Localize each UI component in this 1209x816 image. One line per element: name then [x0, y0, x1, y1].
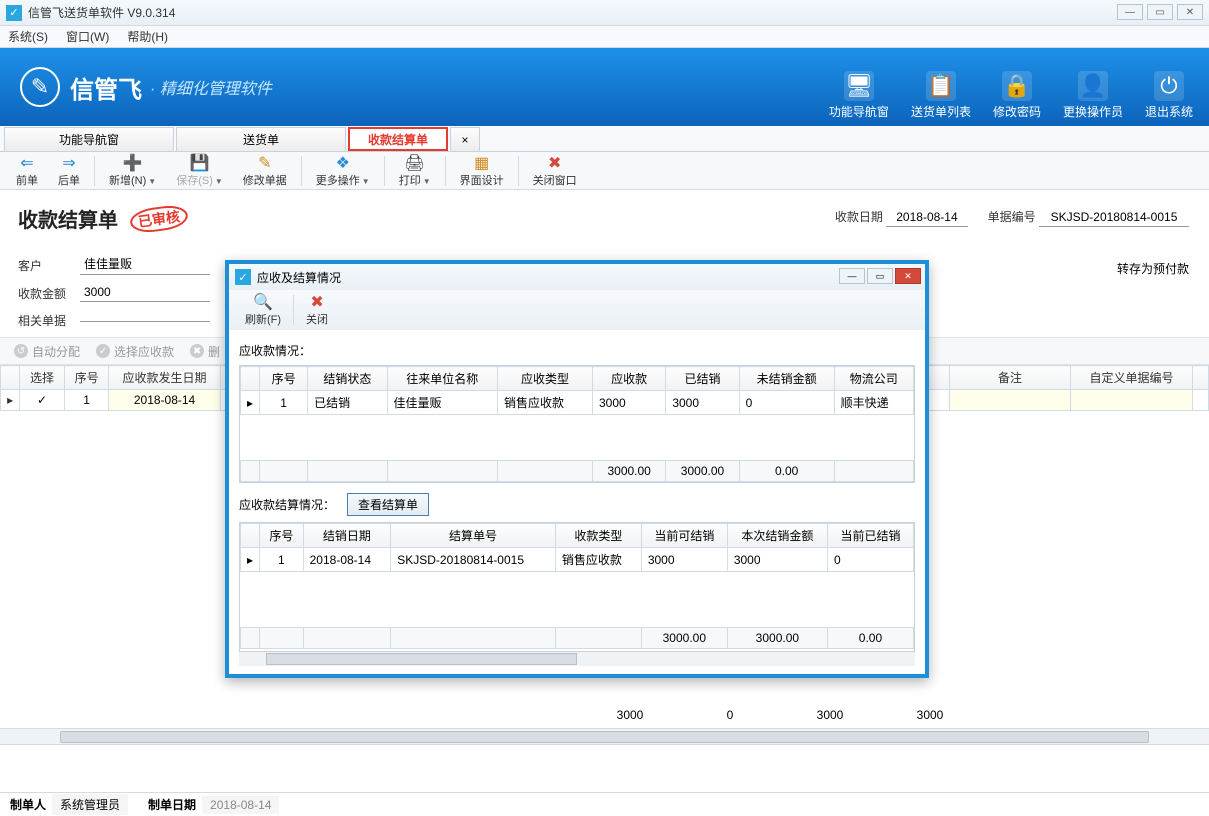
- more-button[interactable]: ❖更多操作▼: [306, 154, 380, 188]
- banner-change-password[interactable]: 🔒修改密码: [993, 71, 1041, 120]
- col-select[interactable]: 选择: [20, 366, 65, 390]
- next-doc-button[interactable]: ⇒后单: [48, 154, 90, 188]
- dialog-h-scrollbar[interactable]: [239, 652, 915, 666]
- amount-input[interactable]: 3000: [80, 285, 210, 302]
- dialog-minimize[interactable]: —: [839, 268, 865, 284]
- make-date-value: 2018-08-14: [202, 796, 279, 814]
- receivable-settlement-dialog: ✓ 应收及结算情况 — ▭ ✕ 🔍刷新(F) ✖关闭 应收款情况： 序号 结销状…: [225, 260, 929, 678]
- receipt-date-value[interactable]: 2018-08-14: [886, 210, 967, 227]
- customer-label: 客户: [18, 257, 70, 274]
- app-title: 信管飞送货单软件 V9.0.314: [28, 4, 175, 21]
- col-remark[interactable]: 备注: [949, 366, 1071, 390]
- list-icon: 📋: [926, 71, 956, 101]
- brand-name: 信管飞: [70, 70, 142, 105]
- menu-help[interactable]: 帮助(H): [127, 28, 168, 45]
- col-seq[interactable]: 序号: [64, 366, 109, 390]
- print-button[interactable]: 🖨打印▼: [389, 154, 441, 188]
- document-tabs: 功能导航窗 送货单 收款结算单 ×: [0, 126, 1209, 152]
- amount-label: 收款金额: [18, 285, 70, 302]
- brand-subtitle: · 精细化管理软件: [150, 75, 272, 99]
- delete-row-button[interactable]: ✖删: [182, 343, 228, 360]
- tab-receipt-settlement[interactable]: 收款结算单: [348, 127, 448, 151]
- brand-icon: ✎: [20, 67, 60, 107]
- related-input[interactable]: [80, 319, 210, 322]
- banner-delivery-list[interactable]: 📋送货单列表: [911, 71, 971, 120]
- lock-icon: 🔒: [1002, 71, 1032, 101]
- auto-allocate-button[interactable]: ↺自动分配: [6, 343, 88, 360]
- settlement-totals: 3000.00 3000.00 0.00: [241, 628, 914, 649]
- select-receivable-button[interactable]: ✓选择应收款: [88, 343, 182, 360]
- receivable-section-label: 应收款情况：: [239, 342, 915, 359]
- dialog-toolbar: 🔍刷新(F) ✖关闭: [229, 290, 925, 330]
- table-row[interactable]: ▸ 1 已结销 佳佳量贩 销售应收款 3000 3000 0 顺丰快递: [241, 391, 914, 415]
- receipt-date-label: 收款日期: [835, 210, 883, 224]
- tab-delivery[interactable]: 送货单: [176, 127, 346, 151]
- menu-system[interactable]: 系统(S): [8, 28, 48, 45]
- checkbox-icon[interactable]: ✓: [37, 393, 47, 407]
- power-icon: ⏻: [1154, 71, 1184, 101]
- totals-row: 3000 0 3000 3000: [0, 704, 1209, 726]
- close-button[interactable]: ✕: [1177, 4, 1203, 20]
- user-icon: 👤: [1078, 71, 1108, 101]
- menubar: 系统(S) 窗口(W) 帮助(H): [0, 26, 1209, 48]
- layout-button[interactable]: ▦界面设计: [450, 154, 514, 188]
- new-button[interactable]: ➕新增(N)▼: [99, 154, 166, 188]
- edit-button[interactable]: ✎修改单据: [233, 154, 297, 188]
- maker-value: 系统管理员: [52, 794, 128, 815]
- maker-label: 制单人: [10, 796, 46, 813]
- col-date[interactable]: 应收款发生日期: [109, 366, 220, 390]
- refresh-button[interactable]: 🔍刷新(F): [237, 293, 289, 327]
- col-custom-serial[interactable]: 自定义单据编号: [1071, 366, 1193, 390]
- transfer-prepay-label: 转存为预付款: [1117, 260, 1189, 277]
- dialog-close-button[interactable]: ✖关闭: [298, 293, 336, 327]
- settlement-section-label: 应收款结算情况：: [239, 496, 335, 513]
- dialog-app-icon: ✓: [235, 269, 251, 285]
- tab-close[interactable]: ×: [450, 127, 480, 151]
- related-label: 相关单据: [18, 312, 70, 329]
- dialog-close[interactable]: ✕: [895, 268, 921, 284]
- close-window-button[interactable]: ✖关闭窗口: [523, 154, 587, 188]
- titlebar: ✓ 信管飞送货单软件 V9.0.314 — ▭ ✕: [0, 0, 1209, 26]
- monitor-icon: 🖥: [844, 71, 874, 101]
- h-scrollbar[interactable]: [0, 728, 1209, 744]
- table-row[interactable]: ▸ 1 2018-08-14 SKJSD-20180814-0015 销售应收款…: [241, 548, 914, 572]
- banner-switch-user[interactable]: 👤更换操作员: [1063, 71, 1123, 120]
- dialog-title: 应收及结算情况: [257, 269, 341, 286]
- app-icon: ✓: [6, 5, 22, 21]
- receivable-table: 序号 结销状态 往来单位名称 应收类型 应收款 已结销 未结销金额 物流公司 ▸…: [239, 365, 915, 483]
- toolbar: ⇐前单 ⇒后单 ➕新增(N)▼ 💾保存(S)▼ ✎修改单据 ❖更多操作▼ 🖨打印…: [0, 152, 1209, 190]
- minimize-button[interactable]: —: [1117, 4, 1143, 20]
- settlement-table: 序号 结销日期 结算单号 收款类型 当前可结销 本次结销金额 当前已结销 ▸ 1…: [239, 522, 915, 652]
- view-settlement-button[interactable]: 查看结算单: [347, 493, 429, 516]
- dialog-maximize[interactable]: ▭: [867, 268, 893, 284]
- tab-nav-window[interactable]: 功能导航窗: [4, 127, 174, 151]
- receivable-totals: 3000.00 3000.00 0.00: [241, 461, 914, 482]
- make-date-label: 制单日期: [148, 796, 196, 813]
- footer: 制单人 系统管理员 制单日期 2018-08-14: [0, 792, 1209, 816]
- customer-input[interactable]: 佳佳量贩: [80, 255, 210, 275]
- banner-nav-window[interactable]: 🖥功能导航窗: [829, 71, 889, 120]
- banner: ✎ 信管飞 · 精细化管理软件 🖥功能导航窗 📋送货单列表 🔒修改密码 👤更换操…: [0, 48, 1209, 126]
- serial-label: 单据编号: [988, 210, 1036, 224]
- menu-window[interactable]: 窗口(W): [66, 28, 109, 45]
- maximize-button[interactable]: ▭: [1147, 4, 1173, 20]
- dialog-titlebar[interactable]: ✓ 应收及结算情况 — ▭ ✕: [229, 264, 925, 290]
- prev-doc-button[interactable]: ⇐前单: [6, 154, 48, 188]
- save-button[interactable]: 💾保存(S)▼: [166, 154, 233, 188]
- page-title: 收款结算单: [18, 204, 118, 233]
- banner-exit[interactable]: ⏻退出系统: [1145, 71, 1193, 120]
- approved-stamp: 已审核: [129, 203, 190, 235]
- serial-value[interactable]: SKJSD-20180814-0015: [1039, 210, 1189, 227]
